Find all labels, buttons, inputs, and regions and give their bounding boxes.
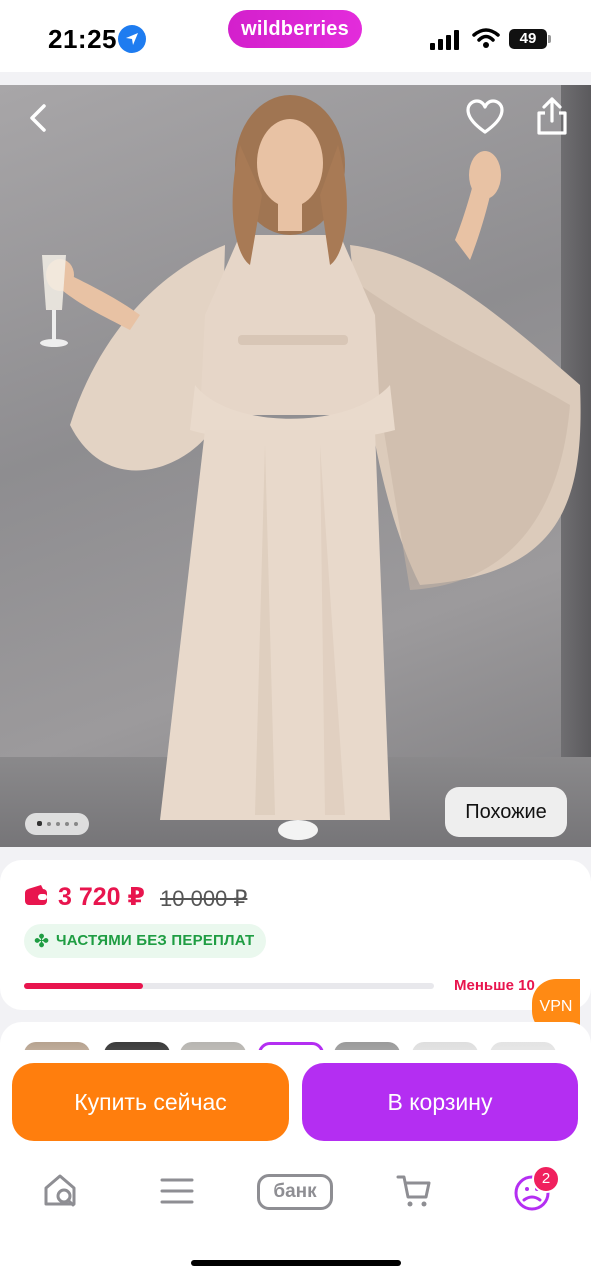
gallery-dot xyxy=(56,822,60,826)
share-icon[interactable] xyxy=(533,95,571,137)
stock-progress-fill xyxy=(24,983,143,989)
gallery-pagination xyxy=(25,813,89,835)
status-time: 21:25 xyxy=(48,24,117,54)
price-card: 3 720 ₽ 10 000 ₽ ✤ ЧАСТЯМИ БЕЗ ПЕРЕПЛАТ М… xyxy=(0,860,591,1010)
gallery-dot-active xyxy=(37,821,42,826)
wallet-icon xyxy=(25,885,47,905)
wildberries-pill[interactable]: wildberries xyxy=(228,10,362,48)
model-illustration xyxy=(40,95,581,840)
battery-indicator: 49 xyxy=(509,29,547,49)
gallery-dot xyxy=(65,822,69,826)
profile-badge: 2 xyxy=(532,1165,560,1193)
installment-label: ЧАСТЯМИ БЕЗ ПЕРЕПЛАТ xyxy=(56,932,255,949)
cart-icon[interactable] xyxy=(396,1173,432,1209)
location-arrow-icon xyxy=(118,25,146,53)
add-to-cart-button[interactable]: В корзину xyxy=(302,1063,578,1141)
price-old: 10 000 ₽ xyxy=(160,886,248,911)
similar-button[interactable]: Похожие xyxy=(445,787,567,837)
cellular-signal-icon xyxy=(430,30,459,50)
bank-nav-item[interactable]: банк xyxy=(257,1174,333,1210)
gallery-dot xyxy=(47,822,51,826)
clover-icon: ✤ xyxy=(34,931,50,951)
home-search-icon[interactable] xyxy=(42,1172,78,1208)
buy-now-button[interactable]: Купить сейчас xyxy=(12,1063,289,1141)
wifi-icon xyxy=(472,28,500,48)
gallery-dot xyxy=(74,822,78,826)
stock-text: Меньше 10 xyxy=(454,977,535,994)
installment-badge[interactable]: ✤ ЧАСТЯМИ БЕЗ ПЕРЕПЛАТ xyxy=(24,924,267,958)
battery-cap xyxy=(548,35,551,43)
home-indicator xyxy=(191,1260,401,1266)
product-image[interactable]: Похожие xyxy=(0,85,591,847)
menu-icon[interactable] xyxy=(160,1176,194,1206)
heart-icon[interactable] xyxy=(466,99,504,137)
stock-progress xyxy=(24,983,434,989)
price-current: 3 720 ₽ xyxy=(58,883,145,911)
back-chevron-icon[interactable] xyxy=(22,100,58,136)
status-bar: 21:25 wildberries 49 xyxy=(0,0,591,72)
